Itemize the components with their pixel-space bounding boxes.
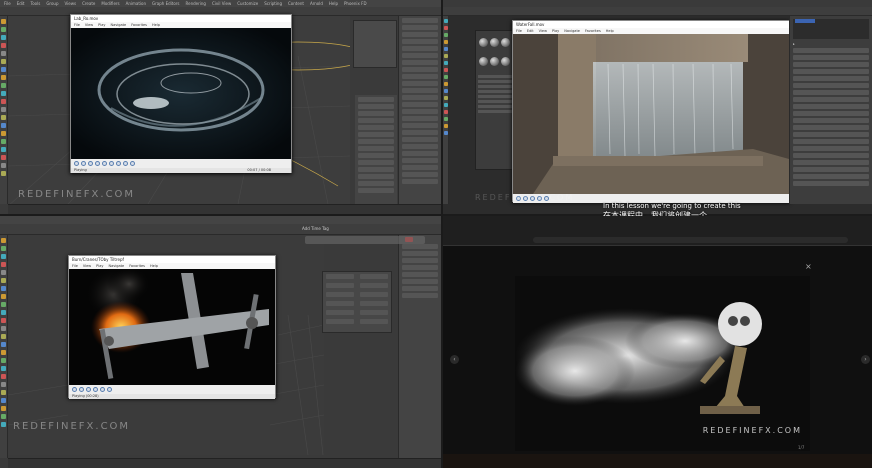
- watermark-3: REDEFINEFX.COM: [13, 421, 131, 432]
- menu-item[interactable]: Play: [96, 264, 103, 268]
- prev-arrow-icon[interactable]: ‹: [450, 355, 459, 364]
- menu-item[interactable]: Edit: [527, 29, 534, 33]
- menu-item[interactable]: Civil View: [212, 1, 231, 6]
- video-frame-3: [69, 269, 275, 385]
- menu-item[interactable]: Favorites: [129, 264, 145, 268]
- media-player-window-2[interactable]: WaterFall.mov File Edit View Play Navigate Fa…: [512, 20, 790, 203]
- menu-item[interactable]: Rendering: [186, 1, 206, 6]
- menu-item[interactable]: Views: [65, 1, 77, 6]
- video-frame-2: [513, 34, 789, 194]
- material-swatch[interactable]: [479, 57, 488, 66]
- close-icon[interactable]: ×: [805, 262, 812, 271]
- menu-item[interactable]: File: [72, 264, 78, 268]
- command-panel[interactable]: [398, 16, 441, 204]
- player-title-2: WaterFall.mov: [513, 21, 789, 28]
- burning-aircraft-render: [69, 269, 275, 385]
- subtitle-english: In this lesson we're going to create thi…: [603, 202, 741, 210]
- menu-item[interactable]: Favorites: [131, 23, 147, 27]
- menu-item[interactable]: Group: [46, 1, 58, 6]
- menu-item[interactable]: Animation: [126, 1, 146, 6]
- menu-item[interactable]: Help: [152, 23, 160, 27]
- max-window-top-left: File Edit Tools Group Views Create Modifiers An…: [0, 0, 441, 214]
- menu-item[interactable]: View: [83, 264, 91, 268]
- watermark: REDEFINEFX.COM: [18, 189, 136, 200]
- lightbox-image: REDEFINEFX.COM: [515, 276, 810, 451]
- next-arrow-icon[interactable]: ›: [861, 355, 870, 364]
- max-toolbar-3[interactable]: Add Time Tag: [0, 224, 441, 235]
- menu-item[interactable]: File: [74, 23, 80, 27]
- material-swatch[interactable]: [490, 38, 499, 47]
- max-window-top-right: WaterFall.mov File Edit View Play Navigate Fa…: [443, 0, 872, 214]
- floating-panel[interactable]: [353, 20, 397, 68]
- menu-item[interactable]: File: [4, 1, 11, 6]
- menu-item[interactable]: Help: [329, 1, 338, 6]
- modifier-rollout[interactable]: [355, 95, 397, 204]
- media-player-window[interactable]: Lab_Ro.mov File View Play Navigate Favorites…: [70, 14, 292, 173]
- menu-item[interactable]: Tools: [30, 1, 40, 6]
- max-menu-bar[interactable]: File Edit Tools Group Views Create Modifiers An…: [0, 0, 441, 7]
- player-controls[interactable]: [71, 159, 291, 168]
- command-panel-2[interactable]: ▸: [789, 16, 872, 204]
- menu-item[interactable]: Arnold: [310, 1, 323, 6]
- video-frame: [71, 28, 291, 159]
- status-right: 00:07 / 00:08: [247, 168, 271, 172]
- command-panel-3[interactable]: [398, 235, 441, 458]
- menu-item[interactable]: Play: [98, 23, 105, 27]
- media-player-window-3[interactable]: Burn/Cranes/TOby Tiltrepf File View Play Na…: [68, 255, 276, 399]
- max-toolbar-2[interactable]: [443, 7, 872, 16]
- menu-item[interactable]: Play: [552, 29, 559, 33]
- material-swatch[interactable]: [490, 57, 499, 66]
- waterfall-render: [513, 34, 789, 194]
- material-swatch[interactable]: [501, 57, 510, 66]
- menu-item[interactable]: Navigate: [108, 264, 124, 268]
- left-tool-strip-3[interactable]: [0, 235, 8, 458]
- status-left: Playing: [74, 168, 87, 172]
- player-status: Playing 00:07 / 00:08: [71, 168, 291, 173]
- material-swatch[interactable]: [501, 38, 510, 47]
- material-swatch[interactable]: [479, 38, 488, 47]
- player-title-3: Burn/Cranes/TOby Tiltrepf: [69, 256, 275, 263]
- video-foam-render: [71, 28, 291, 159]
- left-tool-strip-2[interactable]: [443, 16, 449, 204]
- max-menu-bar-2[interactable]: [443, 0, 872, 7]
- menu-item[interactable]: Navigate: [110, 23, 126, 27]
- floating-rollout-3[interactable]: [322, 271, 392, 333]
- smoke-skull-render: [515, 276, 810, 451]
- address-bar[interactable]: [533, 237, 848, 243]
- browser-chrome[interactable]: [443, 216, 872, 246]
- blurred-tab: [305, 236, 425, 244]
- menu-item[interactable]: Favorites: [585, 29, 601, 33]
- menu-item[interactable]: Edit: [17, 1, 25, 6]
- menu-item[interactable]: Content: [288, 1, 304, 6]
- toolbar-label: Add Time Tag: [302, 226, 329, 231]
- player-title: Lab_Ro.mov: [71, 15, 291, 22]
- watermark-4: REDEFINEFX.COM: [702, 426, 802, 435]
- taskbar-strip: [443, 454, 872, 468]
- menu-item[interactable]: File: [516, 29, 522, 33]
- menu-item[interactable]: Help: [606, 29, 614, 33]
- player-controls-3[interactable]: [69, 385, 275, 394]
- menu-item[interactable]: View: [539, 29, 547, 33]
- menu-item[interactable]: Scripting: [264, 1, 282, 6]
- max-menu-bar-3[interactable]: [0, 216, 441, 224]
- left-tool-strip[interactable]: [0, 16, 8, 204]
- watermark-2: REDEFINEFX.COM: [475, 193, 575, 202]
- menu-item[interactable]: Graph Editors: [152, 1, 179, 6]
- menu-item[interactable]: Help: [150, 264, 158, 268]
- menu-item[interactable]: Create: [82, 1, 95, 6]
- menu-item[interactable]: Customize: [237, 1, 258, 6]
- menu-item[interactable]: Modifiers: [101, 1, 119, 6]
- menu-item[interactable]: Navigate: [564, 29, 580, 33]
- max-window-bottom-left: Add Time Tag Burn/Cranes/TOby Tiltrepf F…: [0, 216, 441, 468]
- menu-item[interactable]: Phoenix FD: [344, 1, 367, 6]
- material-editor[interactable]: [475, 30, 515, 170]
- lightbox-viewer: REDEFINEFX.COM × ‹ › 1/7: [443, 216, 872, 468]
- image-counter: 1/7: [798, 445, 805, 450]
- menu-item[interactable]: View: [85, 23, 93, 27]
- player-status-3: Playing (00:28): [69, 394, 275, 399]
- timeline[interactable]: [8, 204, 441, 214]
- timeline-3[interactable]: [8, 458, 441, 468]
